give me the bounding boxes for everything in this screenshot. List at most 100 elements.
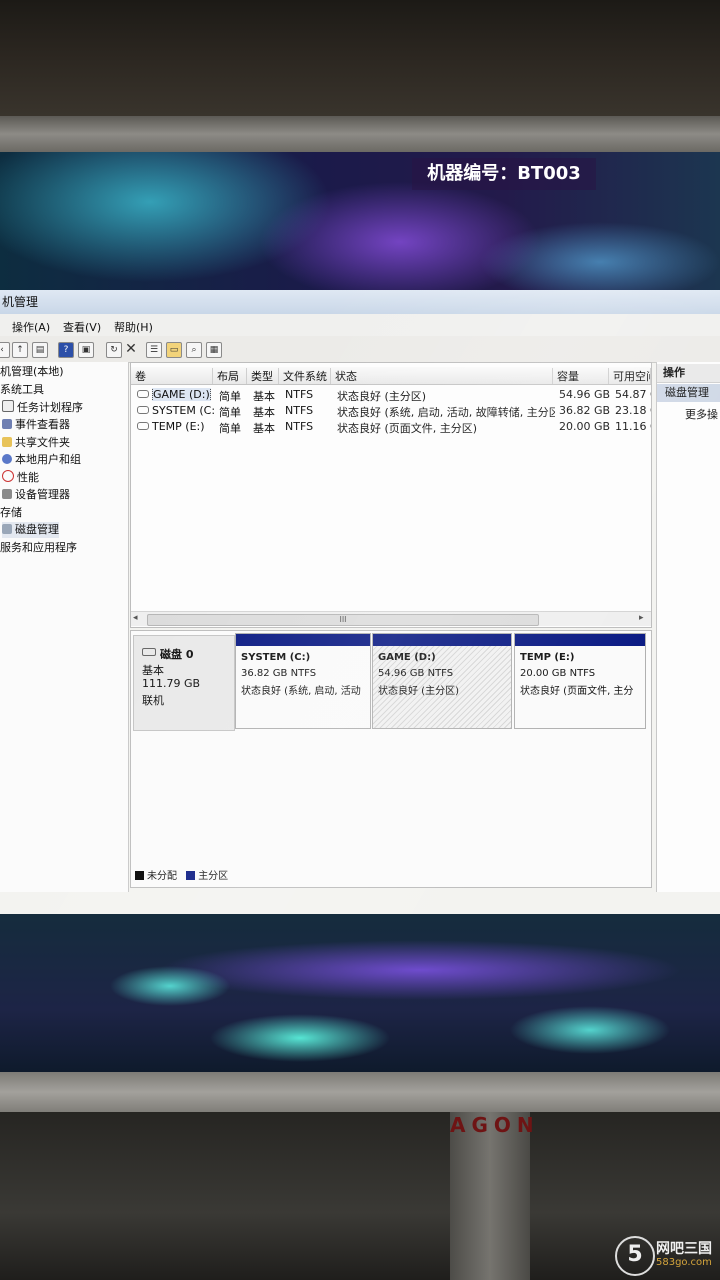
status-cell: 状态良好 (页面文件, 主分区) <box>337 422 478 435</box>
tree-item-performance[interactable]: 性能 <box>2 470 39 486</box>
filesystem-cell: NTFS <box>285 420 314 433</box>
type-cell: 基本 <box>253 422 275 435</box>
shared-folder-icon <box>2 437 12 447</box>
partition-name: SYSTEM (C:) <box>241 652 311 663</box>
tree-item-disk-management[interactable]: 磁盘管理 <box>2 522 59 538</box>
machine-id-overlay: 机器编号：BT003 <box>412 158 596 190</box>
volume-name: GAME (D:) <box>152 388 211 401</box>
disk-type: 基本 <box>142 664 164 677</box>
partition-size: 36.82 GB NTFS <box>241 668 317 679</box>
clock-icon <box>2 400 14 412</box>
scrollbar-thumb[interactable]: III <box>147 614 539 626</box>
tree-label: 任务计划程序 <box>17 401 83 414</box>
filesystem-cell: NTFS <box>285 404 314 417</box>
actions-more-link[interactable]: 更多操 <box>685 406 718 422</box>
column-header-volume[interactable]: 卷 <box>131 368 213 384</box>
disk-0-label[interactable]: 磁盘 0 基本 111.79 GB 联机 <box>133 635 235 731</box>
column-header-free-space[interactable]: 可用空间 <box>609 368 651 384</box>
filesystem-cell: NTFS <box>285 388 314 401</box>
menu-view[interactable]: 查看(V) <box>63 319 101 335</box>
actions-disk-management[interactable]: 磁盘管理 <box>657 384 720 402</box>
column-header-layout[interactable]: 布局 <box>213 368 247 384</box>
tree-label: 设备管理器 <box>15 488 70 501</box>
tree-item-storage[interactable]: 存储 <box>0 505 22 521</box>
legend: 未分配 主分区 <box>135 867 228 882</box>
tree-label: 服务和应用程序 <box>0 541 77 554</box>
partition-bar <box>515 634 645 646</box>
tree-label: 机管理(本地) <box>0 365 64 378</box>
menu-help[interactable]: 帮助(H) <box>114 319 153 335</box>
volume-icon <box>137 406 149 414</box>
tree-item-computer-management[interactable]: 机管理(本地) <box>0 364 64 380</box>
tree-item-services-applications[interactable]: 服务和应用程序 <box>0 540 77 556</box>
up-folder-icon[interactable]: ↑ <box>12 342 28 358</box>
wallpaper-bottom <box>0 914 720 1074</box>
users-icon <box>2 454 12 464</box>
open-folder-icon[interactable]: ▭ <box>166 342 182 358</box>
monitor-stand-arm <box>450 1112 530 1280</box>
console-icon[interactable]: ▣ <box>78 342 94 358</box>
partition-name: GAME (D:) <box>378 652 436 663</box>
volume-name: SYSTEM (C:) <box>152 404 215 417</box>
column-header-status[interactable]: 状态 <box>331 368 553 384</box>
monitor-top-bezel <box>0 116 720 152</box>
tree-item-task-scheduler[interactable]: 任务计划程序 <box>2 400 83 416</box>
computer-management-window: 机管理 操作(A) 查看(V) 帮助(H) ‹ ↑ ▤ ? ▣ ↻ ✕ ☰ ▭ … <box>0 290 720 914</box>
legend-primary: 主分区 <box>198 871 229 882</box>
site-logo-icon: 5 <box>615 1236 655 1276</box>
partition-game-d[interactable]: GAME (D:) 54.96 GB NTFS 状态良好 (主分区) <box>372 633 512 729</box>
monitor-brand-logo: AGON <box>450 1113 540 1137</box>
disk-graphical-view: 磁盘 0 基本 111.79 GB 联机 SYSTEM (C:) 36.82 G… <box>130 630 652 888</box>
free-space-cell: 11.16 G <box>615 420 651 433</box>
disk-name-row: 磁盘 0 <box>142 646 193 662</box>
scrollbar-grip: III <box>339 615 347 624</box>
partition-bar <box>236 634 370 646</box>
layout-cell: 简单 <box>219 406 241 419</box>
refresh-icon[interactable]: ↻ <box>106 342 122 358</box>
window-title: 机管理 <box>2 295 39 309</box>
search-icon[interactable]: ⌕ <box>186 342 202 358</box>
tree-item-system-tools[interactable]: 系统工具 <box>0 382 44 398</box>
tree-item-event-viewer[interactable]: 事件查看器 <box>2 417 70 433</box>
back-icon[interactable]: ‹ <box>0 342 10 358</box>
disk-size: 111.79 GB <box>142 677 201 690</box>
partition-status: 状态良好 (系统, 启动, 活动 <box>241 686 361 697</box>
column-header-type[interactable]: 类型 <box>247 368 279 384</box>
column-header-capacity[interactable]: 容量 <box>553 368 609 384</box>
disk-icon[interactable]: ▦ <box>206 342 222 358</box>
menu-action[interactable]: 操作(A) <box>12 319 50 335</box>
volume-icon <box>137 422 149 430</box>
help-icon[interactable]: ? <box>58 342 74 358</box>
properties-icon[interactable]: ☰ <box>146 342 162 358</box>
monitor-bottom-bezel <box>0 1072 720 1112</box>
tree-label: 存储 <box>0 506 22 519</box>
volume-list-header: 卷 布局 类型 文件系统 状态 容量 可用空间 <box>131 367 651 385</box>
title-bar[interactable]: 机管理 <box>0 290 720 314</box>
volume-name-cell: GAME (D:) <box>133 388 215 401</box>
disk-icon <box>142 648 156 656</box>
horizontal-scrollbar[interactable]: ◂ III ▸ <box>131 611 651 626</box>
partition-system-c[interactable]: SYSTEM (C:) 36.82 GB NTFS 状态良好 (系统, 启动, … <box>235 633 371 729</box>
event-viewer-icon <box>2 419 12 429</box>
volume-name-cell: TEMP (E:) <box>133 420 215 433</box>
column-header-filesystem[interactable]: 文件系统 <box>279 368 331 384</box>
actions-pane: 操作 磁盘管理 更多操 <box>656 362 720 892</box>
delete-icon[interactable]: ✕ <box>124 342 138 356</box>
partition-temp-e[interactable]: TEMP (E:) 20.00 GB NTFS 状态良好 (页面文件, 主分 <box>514 633 646 729</box>
tree-label: 磁盘管理 <box>15 523 59 536</box>
tree-label: 共享文件夹 <box>15 436 70 449</box>
scroll-right-arrow-icon[interactable]: ▸ <box>639 613 644 623</box>
scroll-left-arrow-icon[interactable]: ◂ <box>133 613 138 623</box>
toolbar: ‹ ↑ ▤ ? ▣ ↻ ✕ ☰ ▭ ⌕ ▦ <box>0 336 720 363</box>
site-watermark-name: 网吧三国 <box>656 1241 712 1257</box>
tree-item-shared-folders[interactable]: 共享文件夹 <box>2 435 70 451</box>
partition-bar <box>373 634 511 646</box>
table-row[interactable]: TEMP (E:) 简单 基本 NTFS 状态良好 (页面文件, 主分区) 20… <box>131 419 651 435</box>
table-row[interactable]: SYSTEM (C:) 简单 基本 NTFS 状态良好 (系统, 启动, 活动,… <box>131 403 651 419</box>
tree-item-device-manager[interactable]: 设备管理器 <box>2 487 70 503</box>
show-tree-icon[interactable]: ▤ <box>32 342 48 358</box>
tree-label: 系统工具 <box>0 383 44 396</box>
room-background <box>0 0 720 120</box>
table-row[interactable]: GAME (D:) 简单 基本 NTFS 状态良好 (主分区) 54.96 GB… <box>131 387 651 403</box>
tree-item-local-users[interactable]: 本地用户和组 <box>2 452 81 468</box>
